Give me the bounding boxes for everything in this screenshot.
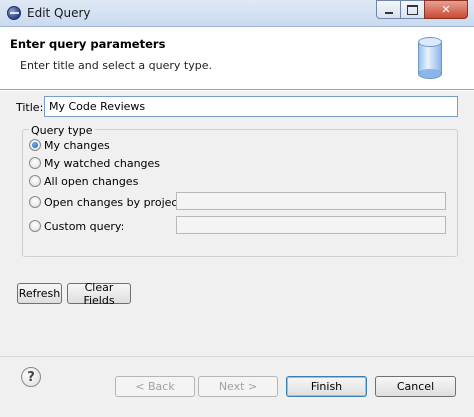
close-button[interactable]	[424, 0, 468, 19]
database-icon	[418, 37, 442, 79]
radio-button[interactable]	[29, 157, 41, 169]
dialog-body: Title: Query type My changes My watched …	[0, 91, 474, 417]
minimize-button[interactable]	[376, 0, 401, 19]
radio-label: My watched changes	[44, 156, 161, 170]
finish-button[interactable]: Finish	[286, 376, 367, 397]
radio-all-open-changes[interactable]: All open changes	[29, 173, 138, 189]
cancel-button[interactable]: Cancel	[375, 376, 456, 397]
header-subtitle: Enter title and select a query type.	[20, 59, 212, 72]
radio-open-changes-by-project[interactable]: Open changes by project:	[29, 194, 185, 210]
next-button[interactable]: Next >	[198, 376, 278, 397]
window-title: Edit Query	[27, 6, 91, 20]
query-type-group: Query type My changes My watched changes…	[22, 124, 458, 257]
radio-custom-query[interactable]: Custom query:	[29, 218, 124, 234]
radio-button[interactable]	[29, 175, 41, 187]
refresh-button[interactable]: Refresh	[17, 283, 62, 304]
query-type-legend: Query type	[29, 124, 95, 137]
radio-my-changes[interactable]: My changes	[29, 137, 110, 153]
radio-button[interactable]	[29, 139, 41, 151]
radio-button[interactable]	[29, 196, 41, 208]
custom-query-field	[176, 216, 446, 234]
back-button[interactable]: < Back	[115, 376, 195, 397]
title-label: Title:	[16, 101, 44, 114]
radio-label: Open changes by project:	[44, 195, 186, 209]
footer-separator	[0, 356, 474, 357]
help-icon[interactable]: ?	[21, 367, 41, 387]
title-input[interactable]	[44, 96, 458, 117]
radio-button[interactable]	[29, 220, 41, 232]
eclipse-icon	[7, 6, 21, 20]
radio-label: All open changes	[44, 174, 139, 188]
wizard-header: Enter query parameters Enter title and s…	[0, 27, 474, 90]
radio-my-watched-changes[interactable]: My watched changes	[29, 155, 160, 171]
title-bar: Edit Query	[0, 0, 474, 27]
radio-label: My changes	[44, 138, 110, 152]
radio-label: Custom query:	[44, 219, 125, 233]
project-field	[176, 192, 446, 210]
header-title: Enter query parameters	[10, 37, 166, 51]
clear-fields-button[interactable]: Clear Fields	[67, 281, 131, 307]
maximize-button[interactable]	[400, 0, 425, 19]
